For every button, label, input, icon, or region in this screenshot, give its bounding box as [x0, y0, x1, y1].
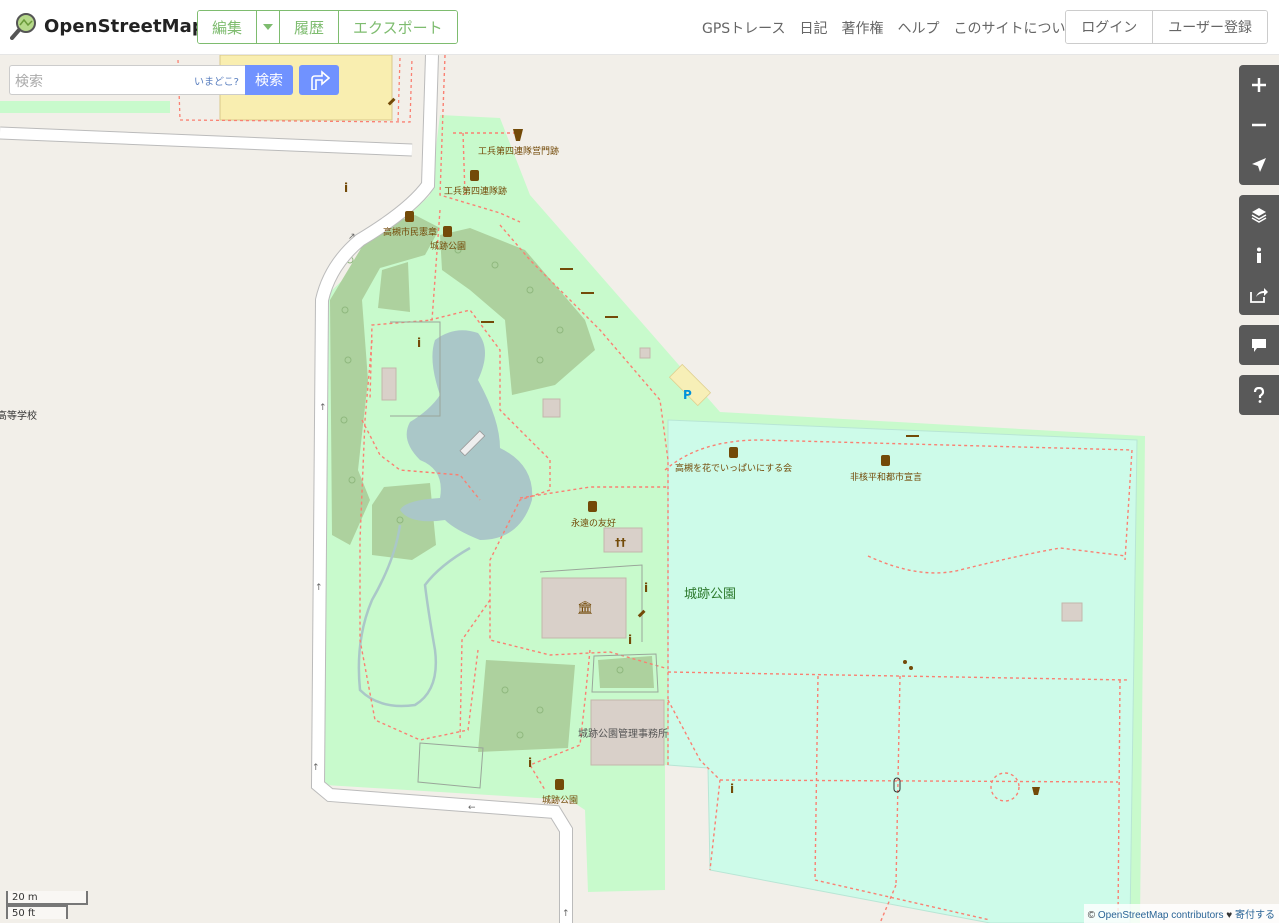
hana-label: 高槻を花でいっぱいにする会: [675, 462, 792, 474]
svg-text:↗: ↗: [348, 232, 356, 242]
nav-copyright[interactable]: 著作権: [841, 18, 883, 38]
query-features-button[interactable]: [1239, 375, 1279, 415]
svg-text:i: i: [344, 181, 348, 195]
park-top-label: 城跡公園: [430, 240, 466, 252]
memorial-regiment-label: 工兵第四連隊跡: [444, 185, 507, 197]
edit-button-group: 編集 履歴 エクスポート: [197, 10, 458, 44]
directions-icon: [311, 70, 330, 90]
edit-dropdown-toggle[interactable]: [257, 11, 281, 43]
site-header: OpenStreetMap 編集 履歴 エクスポート GPSトレース 日記 著作…: [0, 0, 1279, 55]
nav-about[interactable]: このサイトについて: [953, 18, 1079, 38]
park-bottom-label: 城跡公園: [542, 794, 578, 806]
memorial-gate-label: 工兵第四連隊営門跡: [478, 145, 559, 157]
search-submit-button[interactable]: 検索: [245, 65, 293, 95]
donate-link[interactable]: 寄付する: [1235, 910, 1275, 921]
svg-text:i: i: [730, 782, 734, 796]
share-button[interactable]: [1239, 275, 1279, 315]
svg-text:←: ←: [468, 803, 476, 813]
map-key-button[interactable]: [1239, 235, 1279, 275]
layers-icon: [1251, 208, 1267, 223]
nav-gps-traces[interactable]: GPSトレース: [702, 18, 785, 38]
osm-contributors-link[interactable]: OpenStreetMap contributors: [1098, 910, 1224, 921]
svg-text:i: i: [644, 581, 648, 595]
building: [381, 367, 397, 401]
scale-imperial: 50 ft: [6, 905, 68, 919]
svg-text:↑: ↑: [319, 403, 327, 413]
search-field-wrapper: いまどこ?: [9, 65, 245, 96]
minus-icon: [1252, 123, 1266, 127]
signup-button[interactable]: ユーザー登録: [1153, 11, 1267, 43]
magnifier-logo-icon: [10, 13, 36, 40]
export-button[interactable]: エクスポート: [339, 11, 457, 43]
locate-button[interactable]: [1239, 145, 1279, 185]
where-am-i-link[interactable]: いまどこ?: [194, 73, 239, 88]
svg-text:i: i: [417, 336, 421, 350]
heart-icon: ♥: [1226, 910, 1233, 921]
history-button[interactable]: 履歴: [280, 11, 340, 43]
auth-buttons: ログイン ユーザー登録: [1065, 10, 1268, 44]
zoom-in-button[interactable]: [1239, 65, 1279, 105]
directions-button[interactable]: [299, 65, 339, 95]
friendship-label: 永遠の友好: [571, 517, 616, 529]
comment-icon: [1252, 338, 1266, 352]
attribution: © OpenStreetMap contributors ♥ 寄付する: [1083, 904, 1279, 923]
main-nav: GPSトレース 日記 著作権 ヘルプ このサイトについて: [702, 18, 1093, 38]
caret-down-icon: [263, 24, 274, 30]
svg-text:††: ††: [615, 536, 627, 549]
map-tool-controls: [1239, 195, 1279, 315]
logo[interactable]: OpenStreetMap: [10, 12, 205, 40]
peace-label: 非核平和都市宣言: [850, 471, 922, 483]
share-icon: [1250, 288, 1268, 303]
nav-help[interactable]: ヘルプ: [897, 18, 939, 38]
svg-text:i: i: [628, 633, 632, 647]
edit-button[interactable]: 編集: [198, 11, 258, 43]
map-canvas[interactable]: P i i i i i i †† 🏛 ↗ ↑ ↑ ↑ ← ↑ 工兵第四連隊営門跡 工兵第…: [0, 55, 1279, 923]
query-control: [1239, 375, 1279, 415]
note-control: [1239, 325, 1279, 365]
brand-name: OpenStreetMap: [44, 15, 205, 37]
layers-button[interactable]: [1239, 195, 1279, 235]
svg-text:↑: ↑: [312, 763, 320, 773]
svg-text:🏛: 🏛: [577, 600, 594, 616]
info-icon: [1257, 247, 1261, 263]
citizen-charter-label: 高槻市民憲章: [383, 226, 437, 238]
search-bar: いまどこ? 検索: [9, 65, 339, 96]
park-main-label: 城跡公園: [684, 586, 736, 602]
question-icon: [1253, 387, 1265, 403]
scale-bar: 20 m 50 ft: [6, 891, 88, 919]
search-input[interactable]: [10, 66, 187, 96]
zoom-controls: [1239, 65, 1279, 185]
location-arrow-icon: [1252, 158, 1266, 172]
plus-icon: [1252, 78, 1266, 92]
svg-text:↑: ↑: [562, 909, 570, 919]
school-label: 高等学校: [0, 409, 37, 422]
svg-text:↑: ↑: [315, 583, 323, 593]
office-label: 城跡公園管理事務所: [578, 727, 668, 740]
login-button[interactable]: ログイン: [1066, 11, 1154, 43]
nav-diary[interactable]: 日記: [799, 18, 827, 38]
copyright-symbol: ©: [1087, 910, 1096, 921]
add-note-button[interactable]: [1239, 325, 1279, 365]
svg-text:P: P: [683, 388, 692, 402]
pitch-area: [667, 419, 1138, 923]
svg-text:i: i: [528, 756, 532, 770]
zoom-out-button[interactable]: [1239, 105, 1279, 145]
scale-metric: 20 m: [6, 891, 88, 905]
